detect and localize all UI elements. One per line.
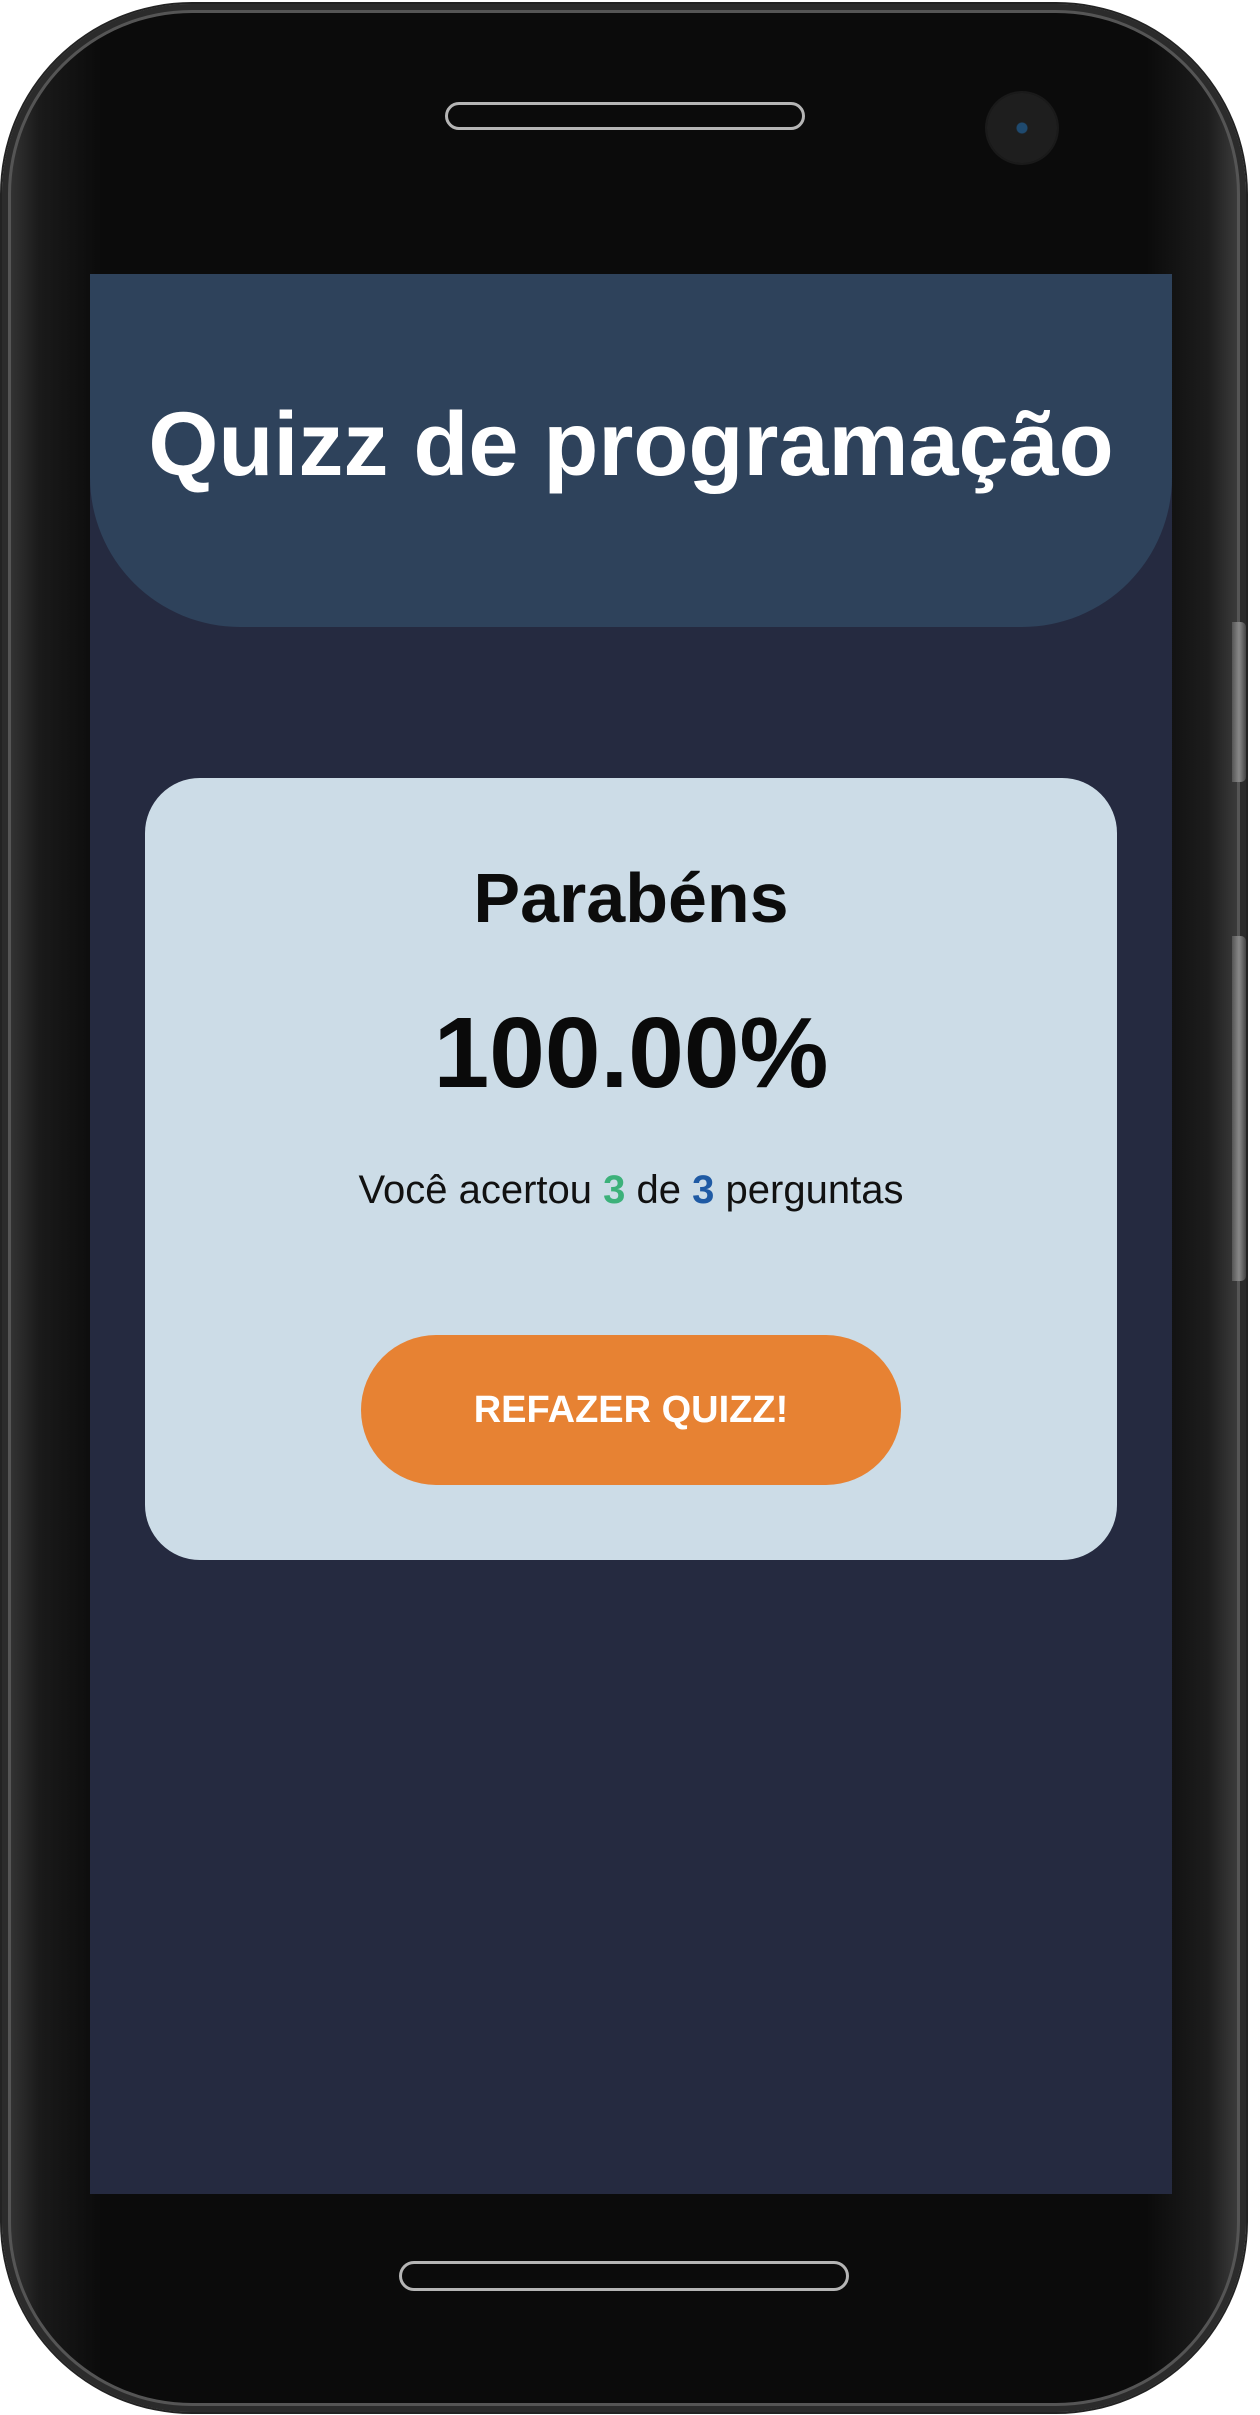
result-heading: Parabéns: [473, 859, 789, 937]
app-screen: Quizz de programação Parabéns 100.00% Vo…: [90, 274, 1172, 2194]
result-card: Parabéns 100.00% Você acertou 3 de 3 per…: [145, 778, 1117, 1560]
front-camera-icon: [987, 93, 1057, 163]
correct-count: 3: [603, 1168, 626, 1212]
score-percentage: 100.00%: [433, 997, 829, 1109]
summary-prefix: Você acertou: [358, 1168, 593, 1212]
phone-frame: Quizz de programação Parabéns 100.00% Vo…: [2, 4, 1246, 2412]
result-summary: Você acertou 3 de 3 perguntas: [145, 1168, 1117, 1213]
power-button: [1232, 936, 1246, 1281]
page-title: Quizz de programação: [148, 395, 1114, 495]
volume-button: [1232, 622, 1246, 782]
summary-suffix: perguntas: [725, 1168, 904, 1212]
retry-quiz-button[interactable]: REFAZER QUIZZ!: [361, 1335, 901, 1485]
app-header: Quizz de programação: [90, 274, 1172, 627]
summary-middle: de: [636, 1168, 682, 1212]
total-count: 3: [692, 1168, 715, 1212]
earpiece-speaker: [445, 102, 805, 130]
home-button[interactable]: [399, 2261, 849, 2291]
